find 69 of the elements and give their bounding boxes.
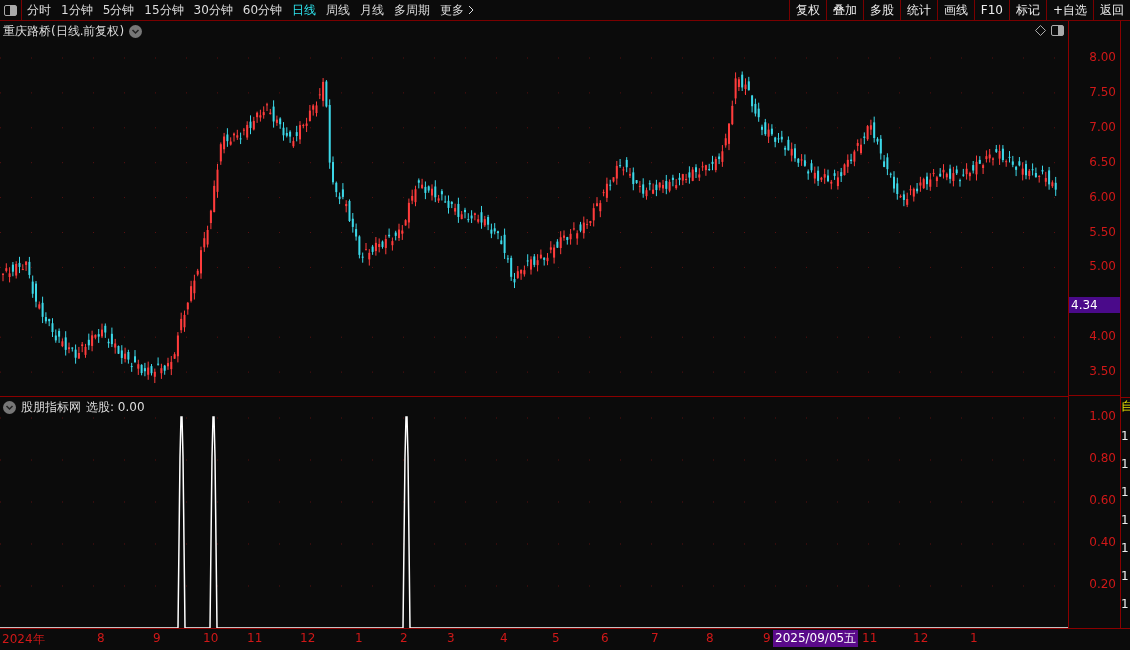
date-label: 9 [153,631,161,645]
period-tab[interactable]: 15分钟 [139,0,189,20]
last-price-badge: 4.34 [1069,297,1120,313]
date-label: 7 [651,631,659,645]
date-label: 4 [500,631,508,645]
side-column-value: 1 [1121,485,1130,499]
cursor-date-badge: 2025/09/05五 [773,630,859,647]
price-tick-label: 3.50 [1089,364,1116,379]
period-tab[interactable]: 日线 [287,0,322,20]
date-label: 3 [447,631,455,645]
date-label: 6 [601,631,609,645]
price-tick-label: 5.50 [1089,224,1116,239]
toolbar-button[interactable]: 多股 [862,0,900,20]
side-column-value: 1 [1121,597,1130,611]
chevron-down-icon[interactable] [3,401,16,414]
period-tab[interactable]: 月线 [355,0,390,20]
period-tab[interactable]: 多周期 [389,0,436,20]
toolbar-button[interactable]: F10 [973,0,1009,20]
toolbar-button[interactable]: 复权 [788,0,826,20]
period-tab[interactable]: 更多 [435,0,480,20]
date-label: 10 [203,631,219,645]
period-tab[interactable]: 1分钟 [56,0,98,20]
side-column-value: 1 [1121,541,1130,555]
side-column-value: 1 [1121,513,1130,527]
period-tab[interactable]: 30分钟 [188,0,238,20]
date-label: 8 [97,631,105,645]
side-column-value: 1 [1121,457,1130,471]
diamond-icon[interactable] [1035,25,1046,36]
toolbar-button[interactable]: 画线 [936,0,974,20]
date-label: 1 [970,631,978,645]
indicator-name: 股朋指标网 [21,399,81,416]
price-tick-label: 6.00 [1089,189,1116,204]
indicator-tick-label: 0.80 [1089,451,1116,466]
date-label: 9 [763,631,771,645]
chevron-right-icon [468,5,475,15]
period-tab[interactable]: 周线 [321,0,356,20]
date-label: 12 [913,631,929,645]
toolbar-button[interactable]: 统计 [899,0,937,20]
price-tick-label: 4.00 [1089,329,1116,344]
price-tick-label: 6.50 [1089,154,1116,169]
date-label: 2 [400,631,408,645]
price-tick-label: 5.00 [1089,259,1116,274]
panel-toggle-icon[interactable] [1051,25,1064,36]
toolbar-button[interactable]: 标记 [1008,0,1046,20]
date-label: 8 [706,631,714,645]
period-tab[interactable]: 60分钟 [237,0,288,20]
toolbar-button[interactable]: 叠加 [825,0,863,20]
chevron-down-icon[interactable] [129,25,143,38]
date-label: 11 [247,631,263,645]
indicator-value: 选股: 0.00 [86,399,145,416]
toolbar-button[interactable]: +自选 [1045,0,1093,20]
toolbar-button[interactable]: 返回 [1093,0,1130,20]
indicator-tick-label: 0.60 [1089,493,1116,508]
indicator-tick-label: 0.40 [1089,535,1116,550]
date-label: 5 [552,631,560,645]
period-tab[interactable]: 5分钟 [97,0,140,20]
date-label: 2024年 [2,631,45,648]
chart-title: 重庆路桥(日线.前复权) [3,23,125,40]
date-label: 12 [300,631,316,645]
price-tick-label: 8.00 [1089,50,1116,64]
side-column-value: 1 [1121,569,1130,583]
side-column-value: 1 [1121,429,1130,443]
indicator-tick-label: 1.00 [1089,409,1116,424]
price-tick-label: 7.00 [1089,119,1116,134]
period-tab[interactable]: 分时 [22,0,56,20]
date-label: 11 [862,631,878,645]
price-tick-label: 7.50 [1089,84,1116,99]
indicator-tick-label: 0.20 [1089,577,1116,592]
date-label: 1 [355,631,363,645]
